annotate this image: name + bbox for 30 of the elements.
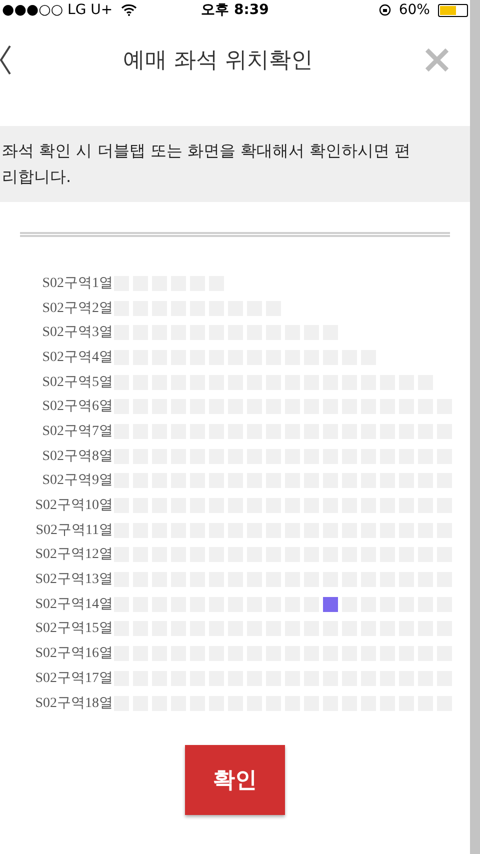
row-label: S02구역5열: [41, 374, 113, 392]
clock: 오후 8:39: [201, 0, 269, 20]
carrier-label: ●●●○○ LG U+: [2, 0, 113, 20]
row-label: S02구역8열: [41, 448, 113, 466]
confirm-button[interactable]: 확인: [185, 745, 285, 816]
back-icon[interactable]: [0, 44, 12, 76]
row-label: S02구역10열: [34, 497, 113, 516]
rotation-lock-icon: [378, 4, 391, 16]
row-label: S02구역14열: [34, 596, 113, 614]
page-title: 예매 좌석 위치확인: [123, 46, 313, 74]
row-label: S02구역13열: [34, 571, 113, 590]
row-label: S02구역12열: [34, 546, 113, 564]
row-label: S02구역16열: [34, 645, 113, 664]
row-label: S02구역6열: [41, 398, 113, 416]
row-label: S02구역18열: [34, 694, 113, 712]
close-icon[interactable]: [424, 47, 450, 73]
seat[interactable]: [323, 596, 338, 612]
battery-icon: [438, 4, 468, 16]
row-label: S02구역4열: [41, 348, 113, 367]
row-label: S02구역15열: [34, 620, 113, 638]
notice-text: 좌석 확인 시 더블탭 또는 화면을 확대해서 확인하시면 편리합니다.: [0, 126, 470, 202]
battery-percent: 60%: [398, 0, 430, 20]
row-label: S02구역17열: [34, 670, 113, 688]
row-label: S02구역1열: [41, 274, 113, 293]
row-label: S02구역11열: [34, 522, 113, 540]
row-label: S02구역7열: [41, 422, 113, 441]
row-label: S02구역3열: [41, 324, 113, 342]
row-label: S02구역2열: [41, 300, 113, 318]
row-label: S02구역9열: [41, 472, 113, 490]
wifi-icon: [120, 4, 137, 16]
